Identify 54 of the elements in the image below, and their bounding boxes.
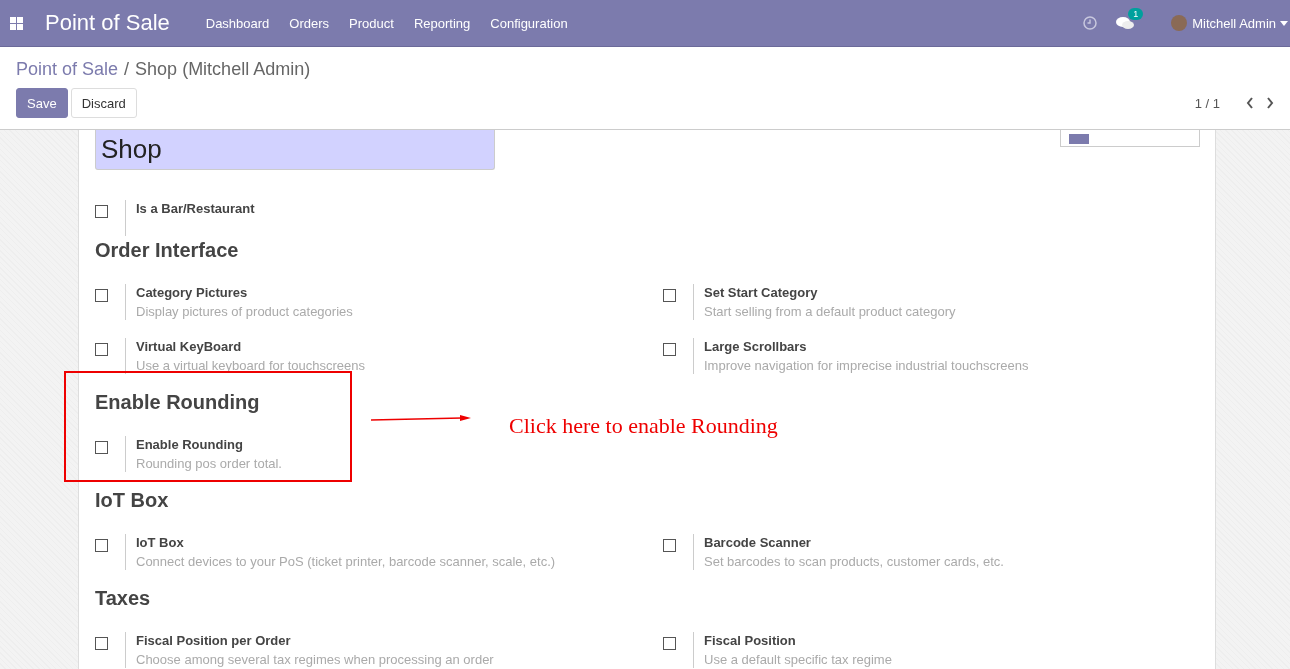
setting-description: Use a virtual keyboard for touchscreens	[136, 357, 366, 375]
setting-title: Large Scrollbars	[704, 338, 808, 356]
checkbox[interactable]	[95, 343, 108, 356]
message-count-badge: 1	[1128, 8, 1144, 20]
setting-title: Fiscal Position	[704, 632, 797, 650]
pager-value: 1 / 1	[1194, 95, 1220, 111]
setting-title: Virtual KeyBoard	[136, 338, 243, 356]
checkbox[interactable]	[663, 289, 676, 302]
menu-item[interactable]: Product	[339, 15, 404, 31]
breadcrumb-current: Shop (Mitchell Admin)	[135, 59, 311, 80]
section-heading: Order Interface	[95, 238, 239, 262]
save-button[interactable]: Save	[16, 88, 68, 118]
setting-title: Enable Rounding	[136, 436, 244, 454]
checkbox[interactable]	[663, 637, 676, 650]
setting-description: Connect devices to your PoS (ticket printer, barcode scanner, scale, etc.)	[136, 553, 556, 571]
checkbox[interactable]	[663, 539, 676, 552]
next-icon[interactable]	[1266, 97, 1274, 109]
previous-icon[interactable]	[1246, 97, 1254, 109]
setting-description: Use a default specific tax regime	[704, 651, 892, 669]
chat-icon[interactable]	[1115, 15, 1136, 31]
setting-description: Choose among several tax regimes when processing an order	[136, 651, 494, 669]
checkbox[interactable]	[663, 343, 676, 356]
menu-item[interactable]: Orders	[279, 15, 340, 31]
discard-button[interactable]: Discard	[70, 88, 137, 118]
breadcrumb-link[interactable]: Point of Sale	[16, 59, 119, 80]
caret-icon[interactable]	[1280, 20, 1288, 26]
menu-item[interactable]: Reporting	[403, 15, 481, 31]
setting-title: Category Pictures	[136, 284, 249, 302]
section-heading: Taxes	[95, 586, 151, 610]
setting-title: Fiscal Position per Order	[136, 632, 292, 650]
section-heading: IoT Box	[95, 488, 169, 512]
checkbox[interactable]	[95, 289, 108, 302]
app-title: Point of Sale	[45, 10, 170, 36]
setting-title: IoT Box	[136, 534, 185, 552]
setting-title: Set Start Category	[704, 284, 819, 302]
breadcrumb-separator: /	[124, 59, 130, 80]
setting-description: Improve navigation for imprecise industrial touchscreens	[704, 357, 1029, 375]
checkbox[interactable]	[95, 539, 108, 552]
menu-item[interactable]: Configuration	[480, 15, 578, 31]
section-heading: Enable Rounding	[95, 390, 260, 414]
apps-grid-icon[interactable]	[10, 16, 23, 30]
setting-title: Barcode Scanner	[704, 534, 812, 552]
setting-description: Start selling from a default product category	[704, 303, 956, 321]
setting-description: Set barcodes to scan products, customer cards, etc.	[704, 553, 1004, 571]
user-menu[interactable]: Mitchell Admin	[1192, 15, 1276, 31]
setting-title: Is a Bar/Restaurant	[136, 200, 255, 218]
setting-description: Display pictures of product categories	[136, 303, 353, 321]
menu-item[interactable]: Dashboard	[195, 15, 280, 31]
checkbox[interactable]	[95, 205, 108, 218]
annotation-text: Click here to enable Rounding	[509, 413, 778, 439]
checkbox[interactable]	[95, 637, 108, 650]
checkbox[interactable]	[95, 441, 108, 454]
setting-description: Rounding pos order total.	[136, 455, 282, 473]
name-field[interactable]: Shop	[95, 130, 495, 170]
